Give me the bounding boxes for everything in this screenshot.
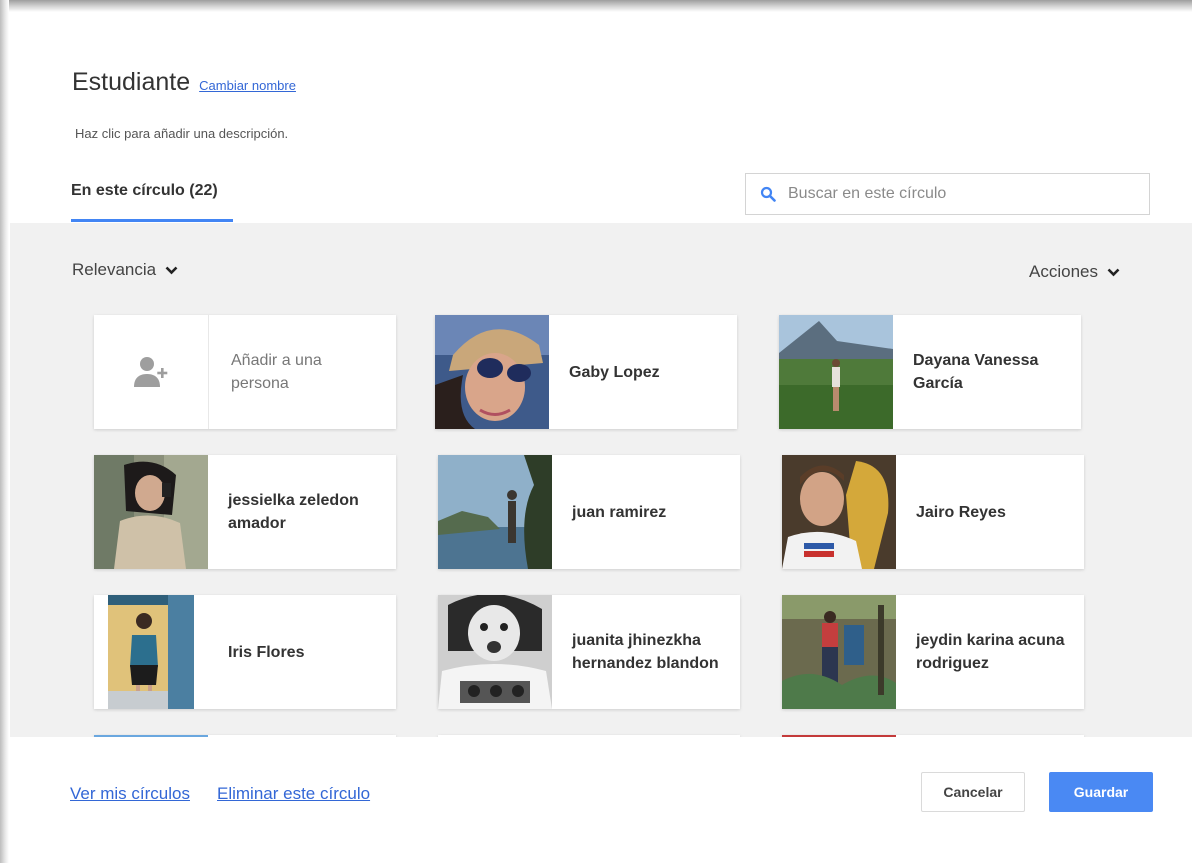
- title-row: Estudiante Cambiar nombre: [72, 68, 296, 97]
- add-person-icon: [134, 357, 168, 387]
- tab-active-indicator: [71, 219, 233, 222]
- circle-dialog: Estudiante Cambiar nombre Haz clic para …: [10, 12, 1192, 863]
- person-card[interactable]: Dayana Vanessa García: [779, 315, 1081, 429]
- delete-circle-link[interactable]: Eliminar este círculo: [217, 784, 370, 804]
- person-card-partial[interactable]: [438, 735, 740, 737]
- person-card[interactable]: Jairo Reyes: [782, 455, 1084, 569]
- search-icon: [760, 186, 776, 202]
- chevron-down-icon: [1107, 268, 1120, 276]
- search-box[interactable]: [745, 173, 1150, 215]
- person-name: Iris Flores: [228, 643, 305, 661]
- avatar: [782, 455, 896, 569]
- person-card[interactable]: jeydin karina acuna rodriguez: [782, 595, 1084, 709]
- add-person-icon-wrap: [94, 315, 209, 429]
- avatar: [779, 315, 893, 429]
- search-input[interactable]: [786, 184, 1130, 204]
- members-panel: Relevancia Acciones Añadir a una persona: [10, 223, 1192, 737]
- rename-link[interactable]: Cambiar nombre: [199, 78, 296, 93]
- cancel-button[interactable]: Cancelar: [921, 772, 1025, 812]
- avatar: [94, 455, 208, 569]
- description-placeholder[interactable]: Haz clic para añadir una descripción.: [75, 126, 288, 141]
- person-name: Gaby Lopez: [569, 363, 660, 381]
- avatar: [438, 595, 552, 709]
- add-person-label: Añadir a una persona: [231, 352, 322, 392]
- person-name: juanita jhinezkha hernandez blandon: [572, 632, 719, 672]
- tab-label: En este círculo (22): [71, 182, 218, 199]
- avatar: [435, 315, 549, 429]
- person-name: jessielka zeledon amador: [228, 492, 359, 532]
- person-name: Jairo Reyes: [916, 503, 1006, 521]
- sort-dropdown[interactable]: Relevancia: [72, 260, 178, 280]
- actions-label: Acciones: [1029, 262, 1098, 281]
- actions-dropdown[interactable]: Acciones: [1029, 262, 1120, 282]
- person-card[interactable]: jessielka zeledon amador: [94, 455, 396, 569]
- avatar: [782, 595, 896, 709]
- chevron-down-icon: [165, 266, 178, 274]
- person-card[interactable]: juan ramirez: [438, 455, 740, 569]
- save-button[interactable]: Guardar: [1049, 772, 1153, 812]
- avatar: [94, 595, 208, 709]
- person-card-partial[interactable]: [782, 735, 1084, 737]
- circle-title: Estudiante: [72, 68, 191, 96]
- person-name: Dayana Vanessa García: [913, 352, 1039, 392]
- person-name: juan ramirez: [572, 503, 667, 521]
- avatar: [94, 735, 208, 737]
- person-name: jeydin karina acuna rodriguez: [916, 632, 1065, 672]
- person-card[interactable]: Iris Flores: [94, 595, 396, 709]
- sort-label: Relevancia: [72, 260, 157, 279]
- person-card[interactable]: Gaby Lopez: [435, 315, 737, 429]
- window-shadow-top: [0, 0, 1192, 12]
- avatar: [438, 455, 552, 569]
- person-card[interactable]: juanita jhinezkha hernandez blandon: [438, 595, 740, 709]
- add-person-card[interactable]: Añadir a una persona: [94, 315, 396, 429]
- person-card-partial[interactable]: [94, 735, 396, 737]
- view-my-circles-link[interactable]: Ver mis círculos: [70, 784, 190, 804]
- avatar: [782, 735, 896, 737]
- tab-in-this-circle[interactable]: En este círculo (22): [71, 182, 233, 222]
- window-shadow-left: [0, 0, 9, 863]
